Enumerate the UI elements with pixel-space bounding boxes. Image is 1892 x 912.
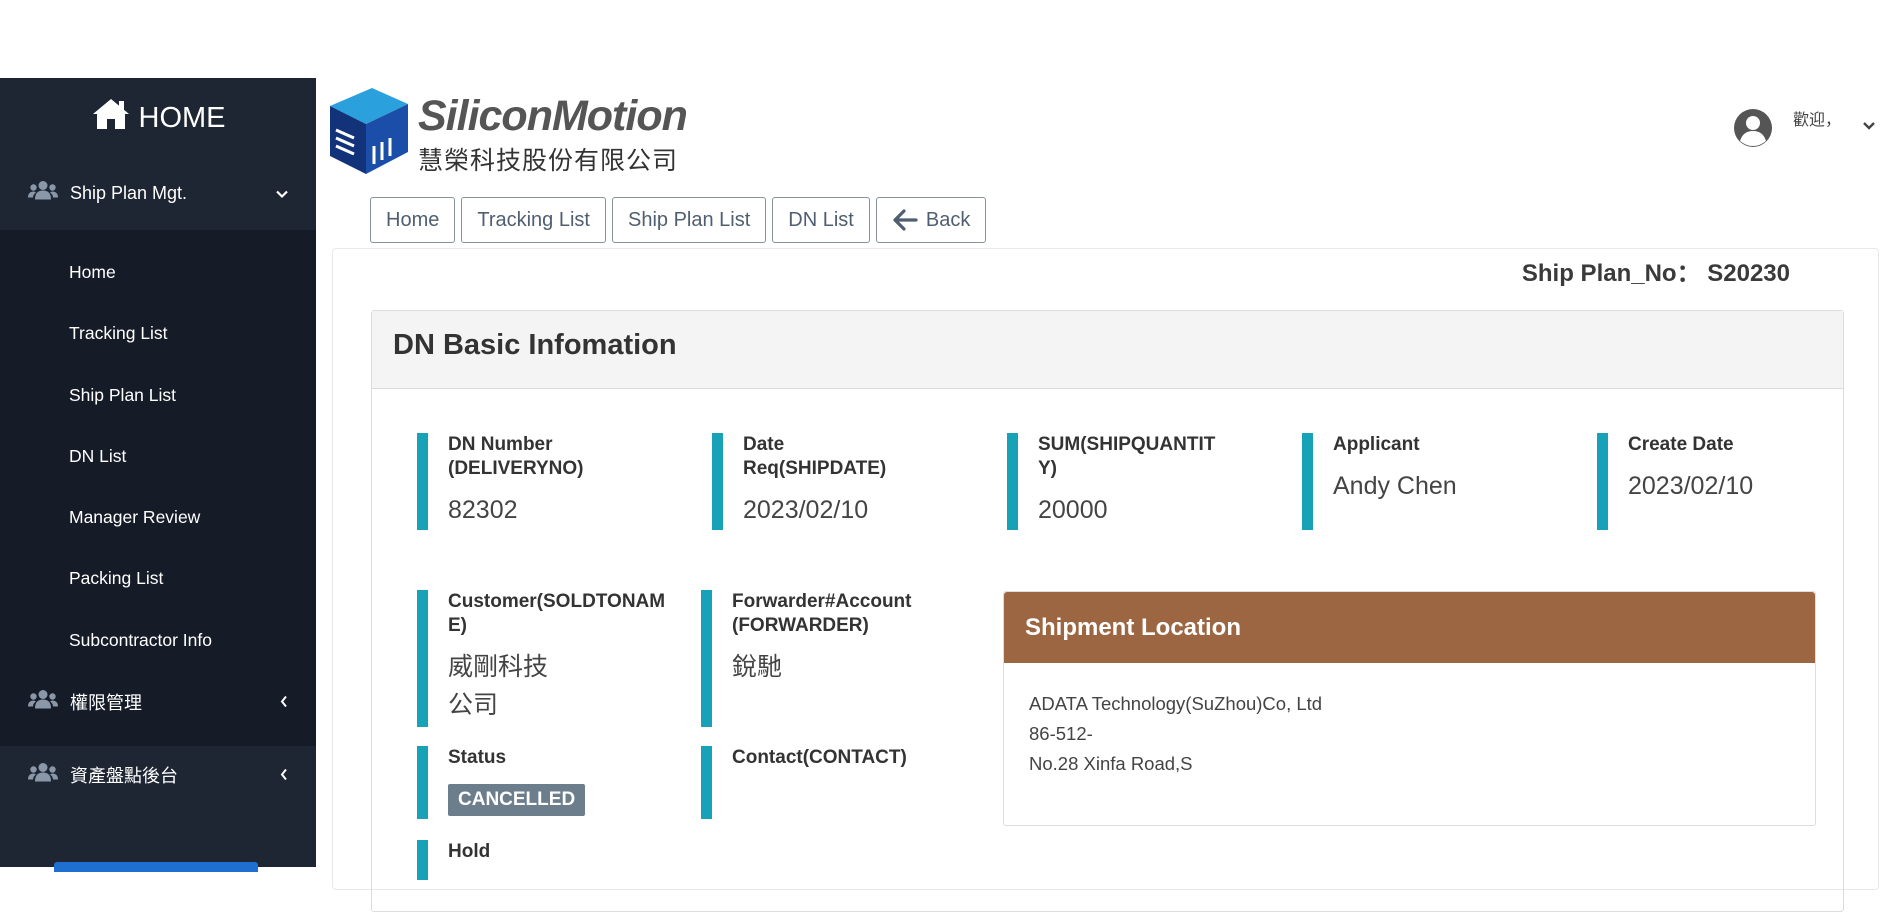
location-line-1: ADATA Technology(SuZhou)Co, Ltd <box>1029 693 1323 714</box>
forwarder-value: 銳馳 <box>732 653 783 681</box>
ship-plan-list-button[interactable]: Ship Plan List <box>612 197 767 243</box>
tracking-list-button[interactable]: Tracking List <box>461 197 606 243</box>
sidebar-item-manager-review[interactable]: Manager Review <box>69 507 200 528</box>
back-button[interactable]: Back <box>875 197 987 243</box>
sidebar-group-asset-inventory[interactable]: 資產盤點後台 <box>0 745 316 805</box>
dn-number-value: 82302 <box>448 496 518 524</box>
arrow-left-icon <box>893 209 918 231</box>
dn-list-button[interactable]: DN List <box>772 197 870 243</box>
field-dn-number: DN Number (DELIVERYNO) 82302 <box>417 433 677 530</box>
field-create-date: Create Date 2023/02/10 <box>1597 433 1857 530</box>
field-customer: Customer(SOLDTONAME) 威剛科技公司 <box>417 590 679 727</box>
location-line-3: No.28 Xinfa Road,S <box>1029 753 1193 774</box>
location-line-2: 86-512- <box>1029 723 1093 744</box>
user-avatar-icon[interactable] <box>1733 108 1773 153</box>
field-forwarder: Forwarder#Account (FORWARDER) 銳馳 <box>701 590 961 727</box>
status-badge: CANCELLED <box>448 784 586 816</box>
sidebar-item-dn-list[interactable]: DN List <box>69 446 126 467</box>
sidebar-item-ship-plan-list[interactable]: Ship Plan List <box>69 385 176 406</box>
customer-label: Customer(SOLDTONAME) <box>448 591 666 636</box>
field-date-req: Date Req(SHIPDATE) 2023/02/10 <box>712 433 972 530</box>
chevron-down-icon[interactable] <box>1862 118 1876 136</box>
hold-label: Hold <box>448 841 491 862</box>
users-icon <box>28 763 58 788</box>
welcome-text: 歡迎， <box>1793 112 1842 129</box>
users-icon <box>28 690 58 715</box>
sidebar-bottom-button[interactable] <box>54 862 258 872</box>
dn-number-label: DN Number (DELIVERYNO) <box>448 434 584 479</box>
sidebar-group-ship-plan[interactable]: Ship Plan Mgt. <box>0 163 316 223</box>
sidebar-submenu: Home Tracking List Ship Plan List DN Lis… <box>0 230 316 746</box>
sidebar: HOME Ship Plan Mgt. Home Tracking List S… <box>0 78 316 872</box>
top-header: SiliconMotion 慧榮科技股份有限公司 歡迎， <box>316 78 1892 191</box>
create-date-value: 2023/02/10 <box>1628 472 1754 500</box>
sum-quantity-value: 20000 <box>1038 496 1108 524</box>
sidebar-group-permissions[interactable]: 權限管理 <box>0 672 316 732</box>
chevron-left-icon <box>280 765 288 786</box>
sidebar-group-label: 資產盤點後台 <box>70 766 178 786</box>
forwarder-label: Forwarder#Account (FORWARDER) <box>732 591 912 636</box>
sidebar-group-label: 權限管理 <box>70 693 142 713</box>
sidebar-item-tracking-list[interactable]: Tracking List <box>69 323 168 344</box>
brand-name: SiliconMotion <box>418 92 688 140</box>
applicant-value: Andy Chen <box>1333 472 1457 500</box>
field-hold: Hold <box>417 840 679 880</box>
sidebar-home-link[interactable]: HOME <box>0 78 316 158</box>
brand-subtitle: 慧榮科技股份有限公司 <box>418 147 679 175</box>
shipment-location-title: Shipment Location <box>1004 592 1815 663</box>
field-contact: Contact(CONTACT) <box>701 746 961 819</box>
customer-value: 威剛科技公司 <box>448 653 549 719</box>
applicant-label: Applicant <box>1333 434 1420 455</box>
ship-plan-number: Ship Plan_No： S20230 <box>1521 260 1790 287</box>
dn-basic-card-header: DN Basic Infomation <box>372 311 1843 389</box>
create-date-label: Create Date <box>1628 434 1734 455</box>
dn-basic-title: DN Basic Infomation <box>393 329 677 361</box>
sidebar-home-label: HOME <box>138 101 226 134</box>
status-label: Status <box>448 747 507 768</box>
field-sum-quantity: SUM(SHIPQUANTITY) 20000 <box>1007 433 1267 530</box>
sum-quantity-label: SUM(SHIPQUANTITY) <box>1038 434 1216 479</box>
field-status: Status CANCELLED <box>417 746 679 819</box>
nav-button-row: Home Tracking List Ship Plan List DN Lis… <box>370 197 992 243</box>
sidebar-item-packing-list[interactable]: Packing List <box>69 568 163 589</box>
chevron-left-icon <box>280 692 288 713</box>
home-button[interactable]: Home <box>370 197 456 243</box>
sidebar-item-home[interactable]: Home <box>69 262 116 283</box>
shipment-location-body: ADATA Technology(SuZhou)Co, Ltd 86-512- … <box>1004 663 1815 779</box>
sidebar-item-subcontractor-info[interactable]: Subcontractor Info <box>69 630 212 651</box>
field-applicant: Applicant Andy Chen <box>1302 433 1562 530</box>
date-req-value: 2023/02/10 <box>743 496 869 524</box>
users-icon <box>28 181 58 206</box>
chevron-down-icon <box>276 183 288 204</box>
date-req-label: Date Req(SHIPDATE) <box>743 434 887 479</box>
contact-label: Contact(CONTACT) <box>732 747 907 768</box>
company-logo-cube <box>326 86 410 181</box>
back-button-label: Back <box>925 208 971 231</box>
home-icon <box>91 97 139 139</box>
sidebar-group-label: Ship Plan Mgt. <box>70 182 188 203</box>
shipment-location-card: Shipment Location ADATA Technology(SuZho… <box>1003 591 1816 826</box>
